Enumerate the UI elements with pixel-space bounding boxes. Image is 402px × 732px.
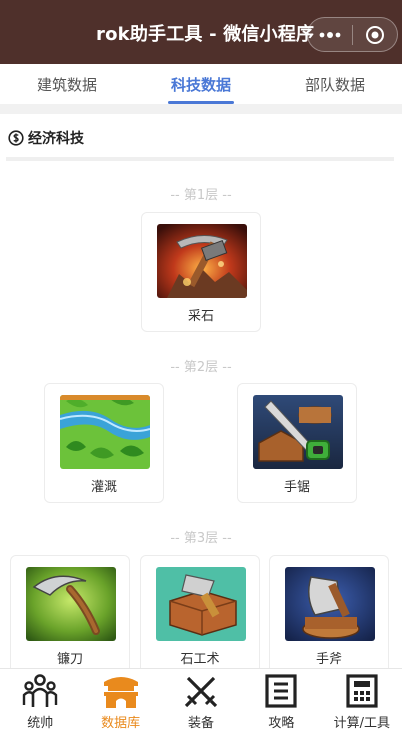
nav-item-commanders[interactable]: 统帅 bbox=[0, 669, 80, 732]
tech-card-irrigation[interactable]: 灌溉 bbox=[44, 383, 164, 503]
tab-label: 部队数据 bbox=[304, 75, 365, 94]
tab-separator bbox=[0, 104, 402, 114]
calculator-icon bbox=[346, 674, 378, 708]
tab-buildings[interactable]: 建筑数据 bbox=[0, 64, 134, 104]
tab-label: 科技数据 bbox=[170, 75, 231, 94]
bottom-nav: 统帅 数据库 装备 攻略 计算/工具 bbox=[0, 668, 402, 732]
guide-document-icon bbox=[265, 674, 298, 708]
tab-label: 建筑数据 bbox=[36, 75, 97, 94]
handaxe-icon bbox=[285, 567, 375, 641]
page-title: rok助手工具 - 微信小程序 bbox=[96, 24, 315, 45]
close-button[interactable] bbox=[353, 18, 397, 51]
tech-name: 采石 bbox=[187, 309, 214, 324]
tech-card-sickle[interactable]: 镰刀 bbox=[10, 555, 130, 675]
tech-card-handsaw[interactable]: 手锯 bbox=[237, 383, 357, 503]
nav-item-guides[interactable]: 攻略 bbox=[241, 669, 321, 732]
nav-label: 计算/工具 bbox=[333, 716, 391, 731]
tech-card-handaxe[interactable]: 手斧 bbox=[269, 555, 389, 675]
section-header: 经济科技 bbox=[8, 128, 84, 148]
database-gate-icon bbox=[103, 677, 138, 708]
more-button[interactable] bbox=[308, 18, 352, 51]
target-circle-icon bbox=[366, 25, 384, 44]
tech-card-masonry[interactable]: 石工术 bbox=[140, 555, 260, 675]
miniprogram-capsule bbox=[307, 17, 398, 52]
handsaw-icon bbox=[253, 395, 343, 469]
section-title: 经济科技 bbox=[28, 131, 84, 147]
quarrying-pickaxe-icon bbox=[157, 224, 247, 298]
nav-item-database[interactable]: 数据库 bbox=[80, 669, 160, 732]
nav-item-equipment[interactable]: 装备 bbox=[161, 669, 241, 732]
tech-card-quarrying[interactable]: 采石 bbox=[141, 212, 261, 332]
nav-label: 统帅 bbox=[27, 716, 54, 731]
nav-label: 装备 bbox=[188, 716, 215, 731]
tech-name: 石工术 bbox=[180, 652, 220, 667]
tier-label: -- 第2层 -- bbox=[170, 360, 232, 375]
section-divider bbox=[6, 157, 394, 161]
irrigation-icon bbox=[60, 395, 150, 469]
crossed-swords-icon bbox=[184, 676, 218, 708]
tab-troops[interactable]: 部队数据 bbox=[268, 64, 402, 104]
nav-item-tools[interactable]: 计算/工具 bbox=[322, 669, 402, 732]
tech-name: 手锯 bbox=[283, 480, 310, 495]
coin-circle-icon bbox=[8, 130, 24, 146]
sickle-icon bbox=[26, 567, 116, 641]
tier-label: -- 第1层 -- bbox=[170, 188, 232, 203]
title-bar: rok助手工具 - 微信小程序 bbox=[0, 0, 402, 64]
masonry-icon bbox=[156, 567, 246, 641]
tech-name: 灌溉 bbox=[90, 480, 117, 495]
commanders-icon bbox=[23, 674, 58, 707]
tier-label: -- 第3层 -- bbox=[170, 531, 232, 546]
tech-name: 手斧 bbox=[315, 652, 342, 667]
more-dots-icon bbox=[319, 31, 341, 38]
nav-label: 攻略 bbox=[268, 716, 295, 731]
tab-technology[interactable]: 科技数据 bbox=[134, 64, 268, 104]
tech-name: 镰刀 bbox=[56, 652, 83, 667]
data-tabs: 建筑数据 科技数据 部队数据 bbox=[0, 64, 402, 104]
app-root: rok助手工具 - 微信小程序 建筑数据 科技数据 部队数据 经济科技 -- 第… bbox=[0, 0, 402, 732]
nav-label: 数据库 bbox=[101, 716, 141, 731]
